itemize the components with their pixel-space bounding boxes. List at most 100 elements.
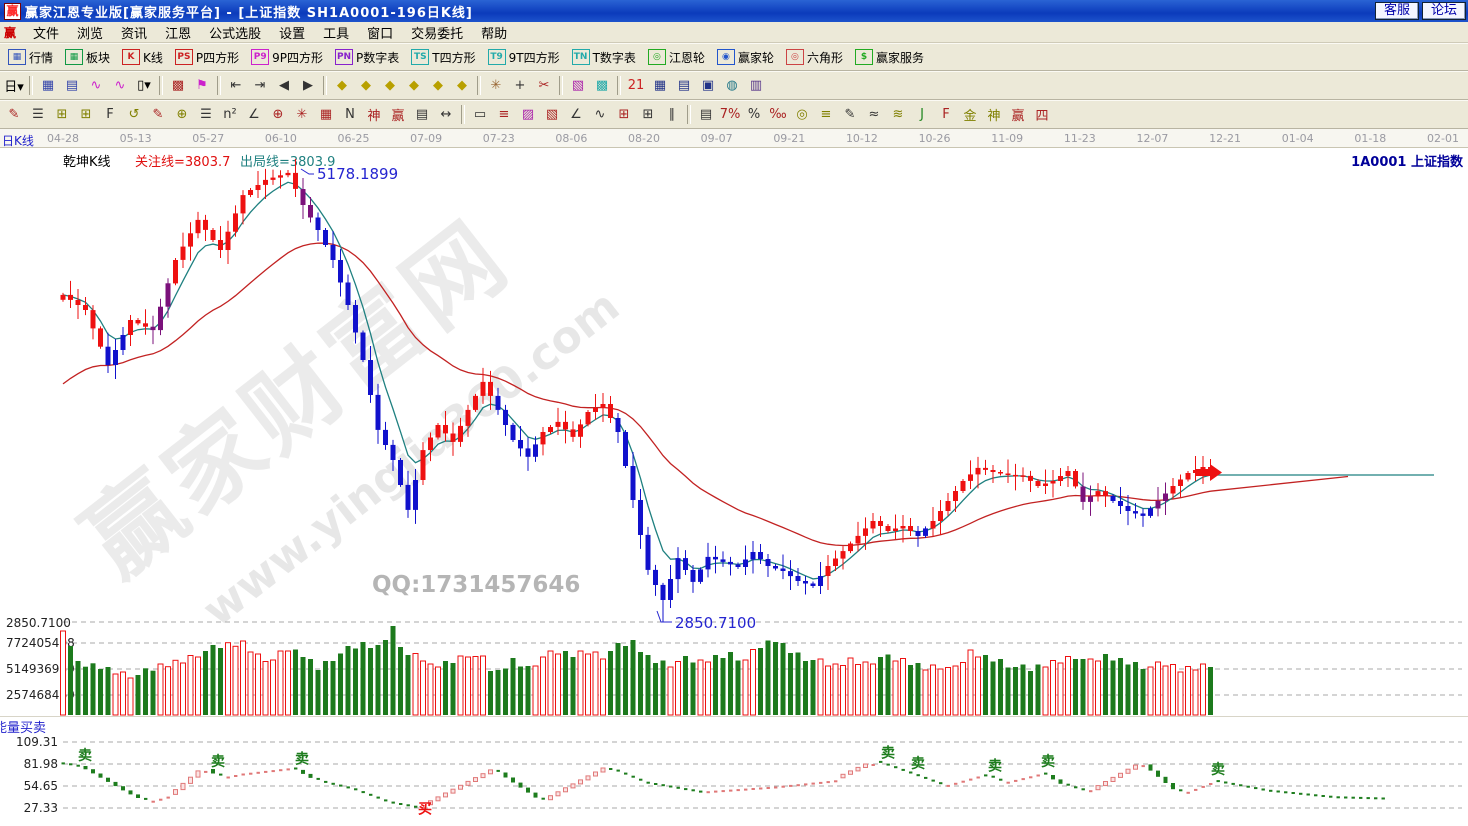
menu-item-资讯[interactable]: 资讯 xyxy=(112,21,156,44)
tool-icon-tb-r2-1[interactable]: ☰ xyxy=(26,103,50,126)
tool-icon-tb-r2-15[interactable]: 神 xyxy=(362,103,386,126)
tool-icon-tb-r2-6[interactable]: ✎ xyxy=(146,103,170,126)
menu-item-窗口[interactable]: 窗口 xyxy=(358,21,402,44)
tool-icon-tb-r2-4[interactable]: F xyxy=(98,103,122,126)
tool-icon-tb-r1-25[interactable]: ▤ xyxy=(672,74,696,97)
menu-item-设置[interactable]: 设置 xyxy=(270,21,314,44)
tool-icon-tb-r2-18[interactable]: ↔ xyxy=(434,103,458,126)
tool-icon-tb-r2-14[interactable]: N xyxy=(338,103,362,126)
toolbar-button-江恩轮[interactable]: ◎江恩轮 xyxy=(642,47,711,68)
toolbar-button-行情[interactable]: ▦行情 xyxy=(2,47,59,68)
tool-icon-tb-r1-2[interactable]: ▤ xyxy=(60,74,84,97)
tool-icon-tb-r2-28[interactable]: ▤ xyxy=(694,103,718,126)
toolbar-button-9P四方形[interactable]: P99P四方形 xyxy=(245,47,329,68)
tool-icon-tb-r1-21[interactable]: ▧ xyxy=(566,74,590,97)
tool-icon-tb-r2-12[interactable]: ✳ xyxy=(290,103,314,126)
tool-icon-tb-r2-2[interactable]: ⊞ xyxy=(50,103,74,126)
tool-icon-tb-r1-13[interactable]: ◆ xyxy=(354,74,378,97)
menu-item-帮助[interactable]: 帮助 xyxy=(472,21,516,44)
tool-icon-tb-r2-26[interactable]: ⊞ xyxy=(636,103,660,126)
menu-item-文件[interactable]: 文件 xyxy=(24,21,68,44)
tool-icon-tb-r1-28[interactable]: ▥ xyxy=(744,74,768,97)
tool-icon-tb-r2-11[interactable]: ⊕ xyxy=(266,103,290,126)
menu-item-工具[interactable]: 工具 xyxy=(314,21,358,44)
tool-icon-tb-r1-14[interactable]: ◆ xyxy=(378,74,402,97)
江恩轮-icon: ◎ xyxy=(648,49,666,65)
toolbar-button-板块[interactable]: ▦板块 xyxy=(59,47,116,68)
tool-icon-tb-r2-13[interactable]: ▦ xyxy=(314,103,338,126)
tool-icon-tb-r2-41[interactable]: 赢 xyxy=(1006,103,1030,126)
tool-icon-tb-r2-20[interactable]: ≡ xyxy=(492,103,516,126)
toolbar-button-六角形[interactable]: ◎六角形 xyxy=(780,47,849,68)
toolbar-button-P数字表[interactable]: PNP数字表 xyxy=(329,47,405,68)
tool-icon-tb-r2-36[interactable]: ≋ xyxy=(886,103,910,126)
tool-icon-tb-r1-19[interactable]: + xyxy=(508,74,532,97)
tool-icon-tb-r1-17[interactable]: ◆ xyxy=(450,74,474,97)
tool-icon-tb-r2-25[interactable]: ⊞ xyxy=(612,103,636,126)
tool-icon-tb-r2-33[interactable]: ≡ xyxy=(814,103,838,126)
tool-icon-tb-r2-3[interactable]: ⊞ xyxy=(74,103,98,126)
tool-icon-tb-r1-11[interactable]: ▶ xyxy=(296,74,320,97)
toolbar-button-9T四方形[interactable]: T99T四方形 xyxy=(482,47,566,68)
tool-icon-tb-r2-7[interactable]: ⊕ xyxy=(170,103,194,126)
tool-icon-tb-r2-31[interactable]: ‰ xyxy=(766,103,790,126)
tool-icon-tb-r1-26[interactable]: ▣ xyxy=(696,74,720,97)
customer-service-button[interactable]: 客服 xyxy=(1375,2,1419,20)
tool-icon-tb-r2-29[interactable]: 7% xyxy=(718,103,742,126)
tool-icon-tb-r1-0[interactable]: 日▾ xyxy=(2,74,26,97)
tool-icon-tb-r1-7[interactable]: ⚑ xyxy=(190,74,214,97)
tool-icon-tb-r2-5[interactable]: ↺ xyxy=(122,103,146,126)
tool-icon-tb-r1-27[interactable]: ◍ xyxy=(720,74,744,97)
tool-icon-tb-r2-38[interactable]: F xyxy=(934,103,958,126)
toolbar-button-T四方形[interactable]: TST四方形 xyxy=(405,47,481,68)
tool-icon-tb-r1-24[interactable]: ▦ xyxy=(648,74,672,97)
toolbar-button-赢家轮[interactable]: ◉赢家轮 xyxy=(711,47,780,68)
tool-icon-tb-r1-15[interactable]: ◆ xyxy=(402,74,426,97)
tool-icon-tb-r2-40[interactable]: 神 xyxy=(982,103,1006,126)
tool-icon-tb-r1-23[interactable]: 21 xyxy=(624,74,648,97)
toolbar-button-T数字表[interactable]: TNT数字表 xyxy=(566,47,642,68)
tool-icon-tb-r2-24[interactable]: ∿ xyxy=(588,103,612,126)
forum-button[interactable]: 论坛 xyxy=(1422,2,1466,20)
tool-icon-tb-r2-27[interactable]: ∥ xyxy=(660,103,684,126)
tool-icon-tb-r2-16[interactable]: 赢 xyxy=(386,103,410,126)
tool-icon-tb-r1-8[interactable]: ⇤ xyxy=(224,74,248,97)
tool-icon-tb-r2-34[interactable]: ✎ xyxy=(838,103,862,126)
menu-item-浏览[interactable]: 浏览 xyxy=(68,21,112,44)
menu-item-公式选股[interactable]: 公式选股 xyxy=(200,21,270,44)
tool-icon-tb-r2-22[interactable]: ▧ xyxy=(540,103,564,126)
tool-icon-tb-r2-0[interactable]: ✎ xyxy=(2,103,26,126)
tool-icon-tb-r1-10[interactable]: ◀ xyxy=(272,74,296,97)
tool-icon-tb-r2-8[interactable]: ☰ xyxy=(194,103,218,126)
tool-icon-tb-r2-39[interactable]: 金 xyxy=(958,103,982,126)
tool-icon-tb-r1-16[interactable]: ◆ xyxy=(426,74,450,97)
tool-icon-tb-r1-9[interactable]: ⇥ xyxy=(248,74,272,97)
tool-icon-tb-r2-35[interactable]: ≈ xyxy=(862,103,886,126)
tool-icon-tb-r2-37[interactable]: J xyxy=(910,103,934,126)
tool-icon-tb-r1-1[interactable]: ▦ xyxy=(36,74,60,97)
tool-icon-tb-r2-30[interactable]: % xyxy=(742,103,766,126)
tool-icon-tb-r1-18[interactable]: ✳ xyxy=(484,74,508,97)
menu-item-江恩[interactable]: 江恩 xyxy=(156,21,200,44)
tool-icon-tb-r2-10[interactable]: ∠ xyxy=(242,103,266,126)
tool-icon-tb-r1-12[interactable]: ◆ xyxy=(330,74,354,97)
tool-icon-tb-r1-5[interactable]: ▯▾ xyxy=(132,74,156,97)
toolbar-button-K线[interactable]: KK线 xyxy=(116,47,169,68)
tool-icon-tb-r1-4[interactable]: ∿ xyxy=(108,74,132,97)
tool-icon-tb-r1-20[interactable]: ✂ xyxy=(532,74,556,97)
tool-icon-tb-r2-17[interactable]: ▤ xyxy=(410,103,434,126)
tool-icon-tb-r1-6[interactable]: ▩ xyxy=(166,74,190,97)
menu-item-交易委托[interactable]: 交易委托 xyxy=(402,21,472,44)
tool-icon-tb-r1-22[interactable]: ▩ xyxy=(590,74,614,97)
toolbar-button-赢家服务[interactable]: $赢家服务 xyxy=(849,47,930,68)
tool-icon-tb-r2-19[interactable]: ▭ xyxy=(468,103,492,126)
tool-icon-tb-r2-21[interactable]: ▨ xyxy=(516,103,540,126)
tool-icon-tb-r1-3[interactable]: ∿ xyxy=(84,74,108,97)
tool-icon-tb-r2-32[interactable]: ◎ xyxy=(790,103,814,126)
toolbar-button-P四方形[interactable]: PSP四方形 xyxy=(169,47,245,68)
tool-icon-tb-r2-23[interactable]: ∠ xyxy=(564,103,588,126)
tool-icon-tb-r2-9[interactable]: n² xyxy=(218,103,242,126)
kline-chart-canvas[interactable]: 赢家财富网 www.yingjia360.com QQ:173145764628… xyxy=(0,148,1468,826)
tool-icon-tb-r2-42[interactable]: 四 xyxy=(1030,103,1054,126)
pane-tab-daily-kline[interactable]: 日K线 xyxy=(2,132,34,149)
